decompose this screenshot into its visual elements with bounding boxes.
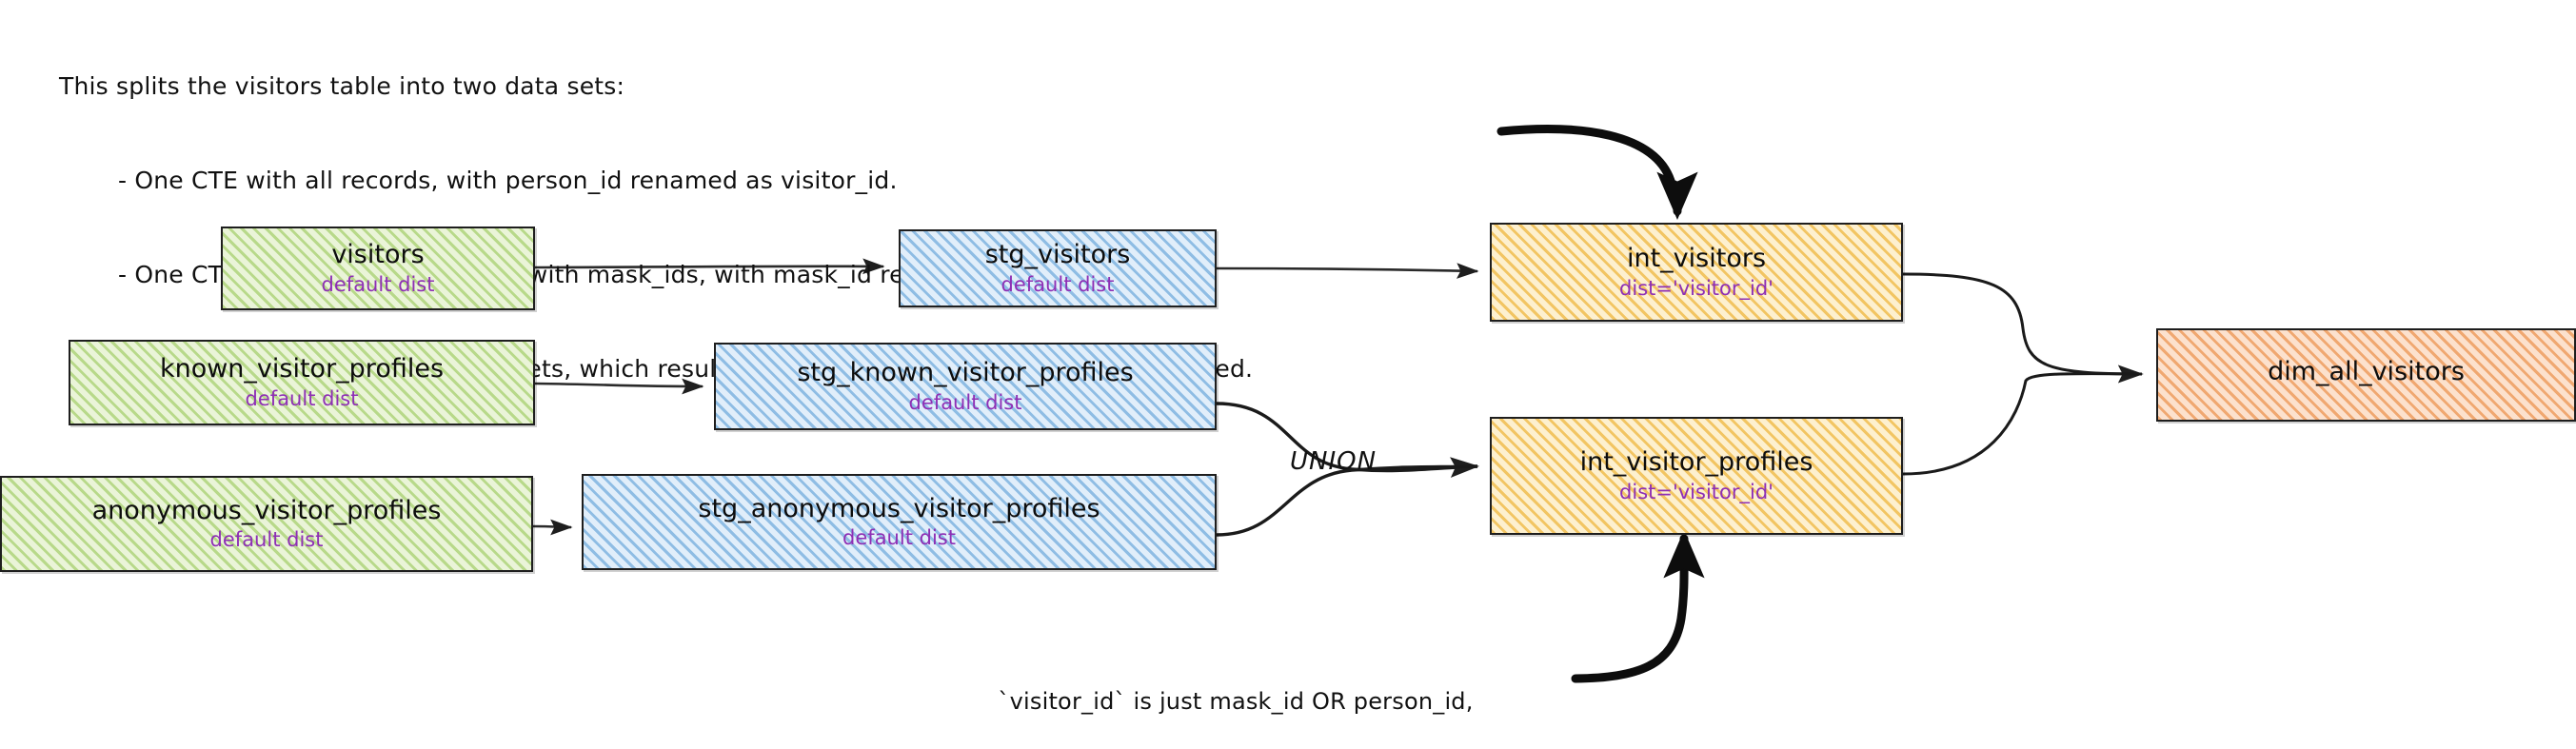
- annotation-arrow-bottom: [1571, 529, 1705, 683]
- edge-stg-anonymous-to-int-visitor-profiles: [1216, 464, 1478, 537]
- node-known-visitor-profiles[interactable]: known_visitor_profiles default dist: [69, 340, 535, 425]
- node-title: dim_all_visitors: [2268, 357, 2465, 387]
- edge-stg-visitors-to-int-visitors: [1216, 263, 1479, 279]
- node-anonymous-visitor-profiles[interactable]: anonymous_visitor_profiles default dist: [0, 476, 533, 572]
- edge-anonymous-to-stg-anonymous: [532, 519, 573, 536]
- node-title: anonymous_visitor_profiles: [91, 495, 442, 525]
- node-dim-all-visitors[interactable]: dim_all_visitors: [2156, 328, 2576, 422]
- top-annotation-line-0: This splits the visitors table into two …: [59, 72, 625, 100]
- top-annotation-line-1: - One CTE with all records, with person_…: [118, 167, 898, 194]
- node-subtitle: default dist: [245, 386, 359, 410]
- node-title: stg_known_visitor_profiles: [797, 358, 1134, 388]
- bottom-annotation-line-0: `visitor_id` is just mask_id OR person_i…: [998, 688, 1474, 715]
- node-title: int_visitor_profiles: [1579, 447, 1813, 478]
- node-stg-known-visitor-profiles[interactable]: stg_known_visitor_profiles default dist: [714, 343, 1217, 430]
- diagram-canvas: This splits the visitors table into two …: [0, 0, 2576, 749]
- node-title: stg_visitors: [984, 240, 1131, 270]
- node-subtitle: default dist: [209, 528, 324, 552]
- node-int-visitor-profiles[interactable]: int_visitor_profiles dist='visitor_id': [1490, 417, 1903, 535]
- node-subtitle: dist='visitor_id': [1619, 276, 1773, 300]
- node-subtitle: dist='visitor_id': [1619, 480, 1773, 503]
- node-title: visitors: [331, 240, 425, 270]
- node-stg-visitors[interactable]: stg_visitors default dist: [899, 229, 1217, 307]
- node-subtitle: default dist: [908, 390, 1022, 414]
- node-title: known_visitor_profiles: [159, 354, 445, 384]
- edge-int-visitors-to-dim: [1902, 272, 2144, 384]
- bottom-annotation: `visitor_id` is just mask_id OR person_i…: [921, 623, 1550, 749]
- union-edge-label: UNION: [1290, 447, 1377, 476]
- annotation-arrow-top: [1496, 125, 1698, 221]
- node-subtitle: default dist: [842, 526, 956, 550]
- node-stg-anonymous-visitor-profiles[interactable]: stg_anonymous_visitor_profiles default d…: [582, 474, 1217, 570]
- node-int-visitors[interactable]: int_visitors dist='visitor_id': [1490, 223, 1903, 322]
- node-subtitle: default dist: [321, 272, 435, 296]
- node-visitors[interactable]: visitors default dist: [221, 227, 535, 310]
- edge-int-visitor-profiles-to-dim: [1902, 372, 2143, 476]
- node-subtitle: default dist: [1001, 272, 1115, 296]
- node-title: stg_anonymous_visitor_profiles: [698, 493, 1100, 523]
- node-title: int_visitors: [1626, 244, 1767, 274]
